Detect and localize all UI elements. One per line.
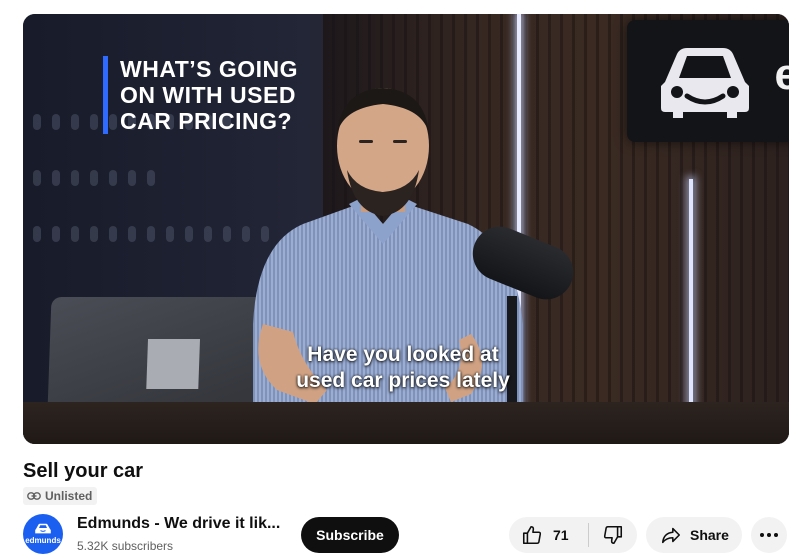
avatar-text: edmunds (25, 536, 61, 545)
share-label: Share (690, 527, 729, 543)
overlay-title-line: CAR PRICING? (120, 108, 293, 134)
desk (23, 402, 789, 444)
video-player[interactable]: e WHAT’S GOING ON WITH USED CAR PRICING?… (23, 14, 789, 444)
subscribe-button[interactable]: Subscribe (301, 517, 399, 553)
share-arrow-icon (661, 527, 681, 544)
link-icon (27, 492, 41, 500)
share-button[interactable]: Share (646, 517, 742, 553)
logo-letter: e (774, 50, 789, 99)
caption-line: Have you looked at (307, 343, 499, 366)
channel-avatar[interactable]: edmunds (23, 514, 63, 554)
caption-line: used car prices lately (296, 369, 510, 392)
video-overlay-title: WHAT’S GOING ON WITH USED CAR PRICING? (103, 56, 343, 134)
smiling-car-icon (661, 48, 749, 118)
overlay-title-line: WHAT’S GOING (120, 56, 299, 82)
edmunds-car-logo-icon (35, 523, 51, 534)
wall-logo-sign: e (627, 20, 789, 142)
unlisted-badge: Unlisted (23, 487, 98, 505)
video-title: Sell your car (23, 460, 144, 482)
more-horizontal-icon (760, 533, 778, 537)
channel-name[interactable]: Edmunds - We drive it lik... (77, 515, 280, 533)
video-caption: Have you looked at used car prices latel… (263, 342, 543, 394)
more-actions-button[interactable] (751, 517, 787, 553)
thumbs-up-icon (522, 525, 542, 545)
thumbs-down-icon (603, 525, 623, 545)
video-frame: e WHAT’S GOING ON WITH USED CAR PRICING?… (23, 14, 789, 444)
unlisted-label: Unlisted (45, 489, 93, 503)
like-count: 71 (553, 527, 569, 543)
dislike-button[interactable] (589, 517, 637, 553)
neon-light-strip (689, 179, 693, 424)
subscriber-count: 5.32K subscribers (77, 539, 174, 553)
overlay-title-line: ON WITH USED (120, 82, 296, 108)
laptop-sticker (146, 339, 201, 389)
like-dislike-group: 71 (509, 517, 637, 553)
like-button[interactable]: 71 (509, 517, 588, 553)
